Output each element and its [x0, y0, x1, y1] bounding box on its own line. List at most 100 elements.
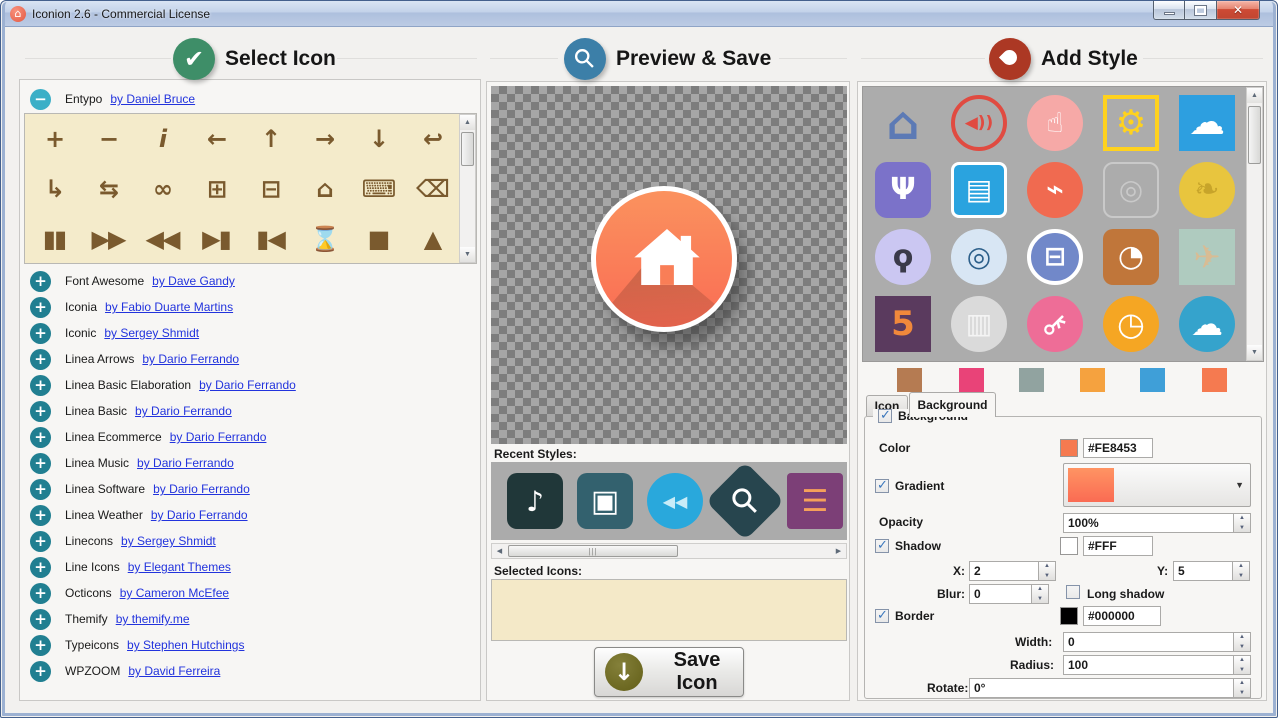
scroll-right-icon[interactable] — [831, 544, 846, 558]
preview-canvas[interactable] — [491, 86, 847, 444]
font-set-author-link[interactable]: by Dario Ferrando — [170, 430, 267, 444]
border-width-spinner[interactable] — [1234, 632, 1251, 652]
plus-icon[interactable] — [30, 557, 51, 578]
border-checkbox[interactable] — [875, 609, 889, 623]
plus-icon[interactable] — [30, 505, 51, 526]
shadow-y-spinner[interactable] — [1233, 561, 1250, 581]
minus-icon[interactable] — [30, 89, 51, 110]
background-checkbox[interactable] — [878, 409, 892, 423]
pause-icon[interactable]: ▮▮ — [27, 214, 81, 264]
arrow-up-icon[interactable]: ↑ — [243, 114, 297, 164]
lightbulb-preset[interactable]: ϙ — [875, 229, 931, 285]
font-set-author-link[interactable]: by Cameron McEfee — [120, 586, 229, 600]
picture-style[interactable]: ▣ — [577, 473, 633, 529]
font-set-author-link[interactable]: by Dario Ferrando — [151, 508, 248, 522]
font-set-author-link[interactable]: by Dave Gandy — [152, 274, 235, 288]
border-color-field[interactable] — [1083, 606, 1161, 626]
gradient-dropdown[interactable]: ▼ — [1063, 463, 1251, 507]
thumbs-up-preset[interactable]: ☝ — [1027, 95, 1083, 151]
infinity-icon[interactable]: ∞ — [135, 164, 189, 214]
address-book-preset[interactable]: ▤ — [951, 162, 1007, 218]
list-doc-style[interactable]: ☰ — [787, 473, 843, 529]
swap-icon[interactable]: ⇆ — [81, 164, 135, 214]
swatch-orange[interactable] — [1080, 368, 1105, 392]
scroll-left-icon[interactable] — [492, 544, 507, 558]
add-square-icon[interactable]: ⊞ — [189, 164, 243, 214]
font-set-author-link[interactable]: by Fabio Duarte Martins — [105, 300, 233, 314]
cloud-upload-preset[interactable]: ☁ — [1179, 296, 1235, 352]
selected-icons-box[interactable] — [491, 579, 847, 641]
titlebar[interactable]: Iconion 2.6 - Commercial License — [2, 1, 1276, 27]
home-preset[interactable]: ⌂ — [875, 95, 931, 151]
scroll-down-icon[interactable] — [460, 247, 475, 262]
shadow-checkbox[interactable] — [875, 539, 889, 553]
reply-icon[interactable]: ↩ — [405, 114, 459, 164]
color-swatch[interactable] — [1060, 439, 1078, 457]
plus-icon[interactable] — [30, 375, 51, 396]
rewind-circle-style[interactable]: ◀◀ — [647, 473, 703, 529]
opacity-field[interactable] — [1063, 513, 1234, 533]
to-end-icon[interactable]: ▶▮ — [189, 214, 243, 264]
music-file-style[interactable]: ♪ — [507, 473, 563, 529]
minimize-button[interactable] — [1153, 1, 1185, 20]
newspaper-preset[interactable]: ▥ — [951, 296, 1007, 352]
font-set-author-link[interactable]: by Dario Ferrando — [135, 404, 232, 418]
plus-icon[interactable] — [30, 271, 51, 292]
arrow-down-icon[interactable]: ↓ — [351, 114, 405, 164]
scroll-up-icon[interactable] — [1247, 88, 1262, 103]
swatch-brown[interactable] — [897, 368, 922, 392]
home-icon[interactable]: ⌂ — [297, 164, 351, 214]
plus-icon[interactable] — [30, 479, 51, 500]
font-set-author-link[interactable]: by Elegant Themes — [128, 560, 231, 574]
border-color-swatch[interactable] — [1060, 607, 1078, 625]
swatch-pink[interactable] — [959, 368, 984, 392]
minus-icon[interactable]: − — [81, 114, 135, 164]
font-set-author-link[interactable]: by Sergey Shmidt — [104, 326, 199, 340]
font-set-author-link[interactable]: by themify.me — [116, 612, 190, 626]
save-icon-button[interactable]: Save Icon — [594, 647, 744, 697]
clock-preset[interactable]: ◷ — [1103, 296, 1159, 352]
speaker-preset[interactable]: ◀)) — [951, 95, 1007, 151]
rotate-field[interactable] — [969, 678, 1234, 698]
font-set-author-link[interactable]: by Stephen Hutchings — [127, 638, 244, 652]
plus-icon[interactable] — [30, 453, 51, 474]
shadow-y-field[interactable] — [1173, 561, 1233, 581]
scroll-up-icon[interactable] — [460, 115, 475, 130]
pie-chart-preset[interactable]: ◔ — [1103, 229, 1159, 285]
remove-square-icon[interactable]: ⊟ — [243, 164, 297, 214]
microphone-preset[interactable]: Ψ — [875, 162, 931, 218]
plus-icon[interactable] — [30, 635, 51, 656]
recent-scrollbar[interactable] — [491, 543, 847, 559]
border-width-field[interactable] — [1063, 632, 1234, 652]
blur-spinner[interactable] — [1032, 584, 1049, 604]
shadow-x-field[interactable] — [969, 561, 1039, 581]
font-set-author-link[interactable]: by Dario Ferrando — [142, 352, 239, 366]
plus-icon[interactable] — [30, 297, 51, 318]
arrow-left-icon[interactable]: ← — [189, 114, 243, 164]
swatch-coral[interactable] — [1202, 368, 1227, 392]
flashlight-preset[interactable]: ⌁ — [1027, 162, 1083, 218]
plus-icon[interactable] — [30, 401, 51, 422]
forward-down-icon[interactable]: ↳ — [27, 164, 81, 214]
font-set-author-link[interactable]: by Daniel Bruce — [110, 92, 195, 106]
swatch-blue[interactable] — [1140, 368, 1165, 392]
camera-preset[interactable]: ◎ — [951, 229, 1007, 285]
camera-outline-preset[interactable]: ◎ — [1103, 162, 1159, 218]
scroll-thumb[interactable] — [1248, 106, 1261, 164]
font-set-author-link[interactable]: by Dario Ferrando — [153, 482, 250, 496]
plus-icon[interactable]: + — [27, 114, 81, 164]
plus-icon[interactable] — [30, 531, 51, 552]
to-start-icon[interactable]: ▮◀ — [243, 214, 297, 264]
rewind-icon[interactable]: ◀◀ — [135, 214, 189, 264]
scroll-down-icon[interactable] — [1247, 345, 1262, 360]
battery-preset[interactable]: ⊟ — [1027, 229, 1083, 285]
shadow-x-spinner[interactable] — [1039, 561, 1056, 581]
leaf-preset[interactable]: ❧ — [1179, 162, 1235, 218]
font-set-author-link[interactable]: by Dario Ferrando — [199, 378, 296, 392]
arrow-right-icon[interactable]: → — [297, 114, 351, 164]
close-button[interactable] — [1216, 1, 1260, 20]
tab-background[interactable]: Background — [909, 392, 996, 417]
border-radius-spinner[interactable] — [1234, 655, 1251, 675]
shadow-color-swatch[interactable] — [1060, 537, 1078, 555]
stop-icon[interactable]: ■ — [351, 214, 405, 264]
